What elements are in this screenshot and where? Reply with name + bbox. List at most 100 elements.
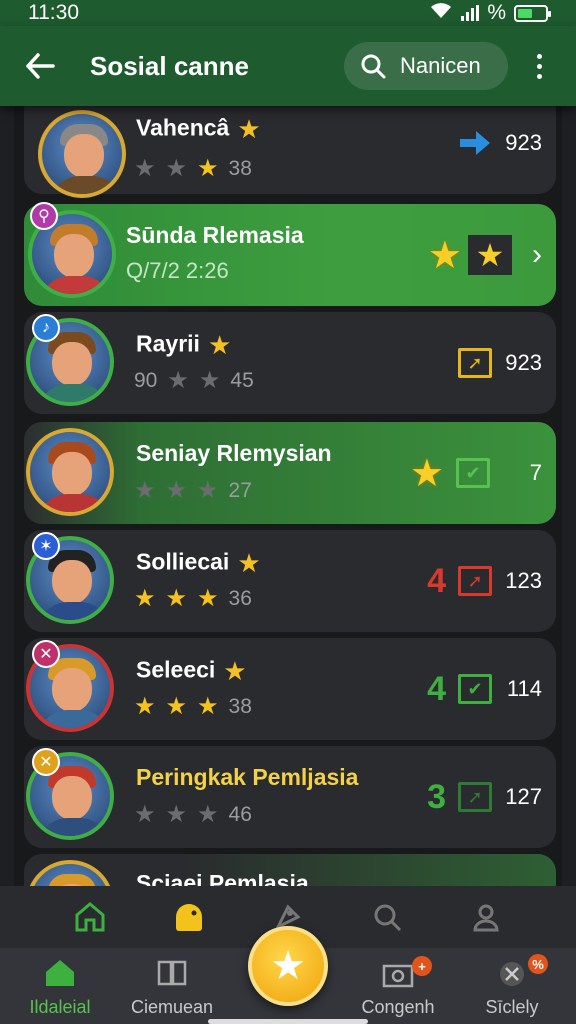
player-name: Seniay Rlemysian (136, 440, 332, 466)
timestamp: Q/7/2 2:26 (126, 258, 229, 283)
star-icon: ★ (270, 944, 306, 988)
star-icon: ★ (197, 693, 219, 720)
home-icon (75, 902, 105, 932)
star-icon: ★ (198, 367, 221, 394)
search-button[interactable]: Nanicen (344, 42, 508, 90)
user-icon (473, 904, 499, 932)
badge-icon: ✕ (32, 640, 60, 668)
count: 127 (505, 784, 542, 809)
rank: 4 (427, 669, 446, 708)
player-name: Vahencâ (136, 114, 230, 141)
star-icon: ★ (134, 155, 156, 182)
check-icon: ✔ (456, 458, 490, 488)
count: 923 (505, 350, 542, 375)
list-item[interactable]: Sciaei Pemlasia (24, 854, 556, 886)
star-icon: ★ (134, 801, 156, 828)
nav-game-button[interactable] (169, 897, 209, 937)
more-options-icon[interactable] (524, 53, 554, 79)
home-indicator (208, 1019, 368, 1024)
tab-label: Sīclely (485, 997, 539, 1017)
pacman-icon (175, 904, 202, 931)
favorite-fab-button[interactable]: ★ (248, 926, 328, 1006)
tab-book[interactable]: Ciemuean (112, 948, 232, 1024)
search-label: Nanicen (400, 53, 481, 78)
star-icon: ★ (427, 234, 462, 277)
list-item[interactable]: ✶ Solliecai ★ ★ ★ ★ 36 4 ➚ 123 (24, 530, 556, 632)
music-badge-icon: ♪ (32, 314, 60, 342)
share-icon: ➚ (458, 782, 492, 812)
avatar (26, 428, 114, 516)
star-icon: ★ (134, 477, 156, 504)
star-icon: ★ (409, 452, 444, 495)
list-item[interactable]: ✕ Seleeci ★ ★ ★ ★ 38 4 ✔ 114 (24, 638, 556, 740)
star-icon: ★ (197, 801, 219, 828)
rank: 3 (427, 777, 446, 816)
badge-icon: ✶ (32, 532, 60, 560)
star-icon: ★ (165, 155, 188, 182)
home-icon (46, 960, 74, 986)
share-icon: ➚ (458, 348, 492, 378)
player-name: Peringkak Pemljasia (136, 764, 359, 790)
count: 114 (506, 676, 542, 701)
player-name: Rayrii (136, 330, 200, 357)
status-bar: 11:30 % (0, 0, 576, 26)
status-time: 11:30 (28, 1, 79, 24)
player-name: Solliecai (136, 548, 230, 575)
star-icon: ★ (134, 693, 156, 720)
tab-label: Ciemuean (130, 997, 214, 1017)
score: 36 (228, 586, 252, 610)
tab-label: Congenh (361, 997, 435, 1017)
tab-camera[interactable]: + Congenh (338, 948, 458, 1024)
app-bar: Sosial canne Nanicen (0, 26, 576, 106)
star-box-icon: ★ (468, 235, 512, 275)
star-icon: ★ (167, 367, 189, 394)
list-item[interactable]: ♪ Rayrii ★ 90 ★ ★ 45 ➚ 923 (24, 312, 556, 414)
badge-icon: ⚲ (30, 202, 58, 230)
nav-search-button[interactable] (367, 897, 407, 937)
back-button[interactable] (22, 48, 58, 84)
star-icon: ★ (165, 693, 188, 720)
star-icon: ★ (134, 585, 156, 612)
star-badge-icon: ★ (207, 330, 232, 360)
tab-label: Ildaleial (29, 997, 91, 1017)
battery-icon (514, 4, 551, 22)
star-icon: ★ (165, 585, 188, 612)
count: 123 (505, 568, 542, 593)
screen: 11:30 % Sosial canne Nanicen Vahencâ ★ ★… (0, 0, 576, 1024)
score: 46 (228, 802, 252, 826)
list-item-selected[interactable]: ⚲ Sūnda Rlemasia Q/7/2 2:26 ★ ★ › (24, 202, 556, 306)
book-icon (157, 960, 187, 986)
check-icon: ✔ (458, 674, 492, 704)
star-icon: ★ (165, 477, 188, 504)
player-name: Sciaei Pemlasia (136, 870, 309, 886)
notification-badge: + (412, 956, 432, 976)
score: 38 (228, 156, 252, 180)
list-item[interactable]: ✕ Peringkak Pemljasia ★ ★ ★ 46 3 ➚ 127 (24, 746, 556, 848)
list-item[interactable]: Seniay Rlemysian ★ ★ ★ 27 ★ ✔ 7 (24, 422, 556, 524)
wifi-icon (429, 1, 453, 25)
notification-badge: % (528, 954, 548, 974)
badge-icon: ✕ (32, 748, 60, 776)
count: 7 (529, 460, 542, 485)
battery-percent: % (487, 1, 506, 24)
list-item[interactable]: Vahencâ ★ ★ ★ ★ 38 923 (24, 106, 556, 198)
star-badge-icon: ★ (237, 114, 261, 144)
tab-home[interactable]: Ildaleial (0, 948, 120, 1024)
avatar (26, 860, 114, 886)
nav-home-button[interactable] (70, 897, 110, 937)
globe-icon (500, 962, 524, 986)
star-icon: ★ (197, 155, 219, 182)
camera-icon (382, 964, 414, 988)
count: 923 (505, 130, 542, 155)
nav-profile-button[interactable] (466, 897, 506, 937)
rank: 4 (427, 561, 446, 600)
tab-society[interactable]: % Sīclely (452, 948, 572, 1024)
score: 45 (230, 368, 254, 392)
score-prefix: 90 (134, 368, 158, 392)
star-badge-icon: ★ (237, 548, 261, 578)
leaderboard-list: Vahencâ ★ ★ ★ ★ 38 923 ⚲ Sūnda Rlemasia Q… (14, 106, 562, 886)
player-name: Sūnda Rlemasia (126, 222, 304, 248)
chevron-right-icon[interactable]: › (532, 238, 542, 272)
star-icon: ★ (165, 801, 188, 828)
score: 27 (228, 478, 252, 502)
